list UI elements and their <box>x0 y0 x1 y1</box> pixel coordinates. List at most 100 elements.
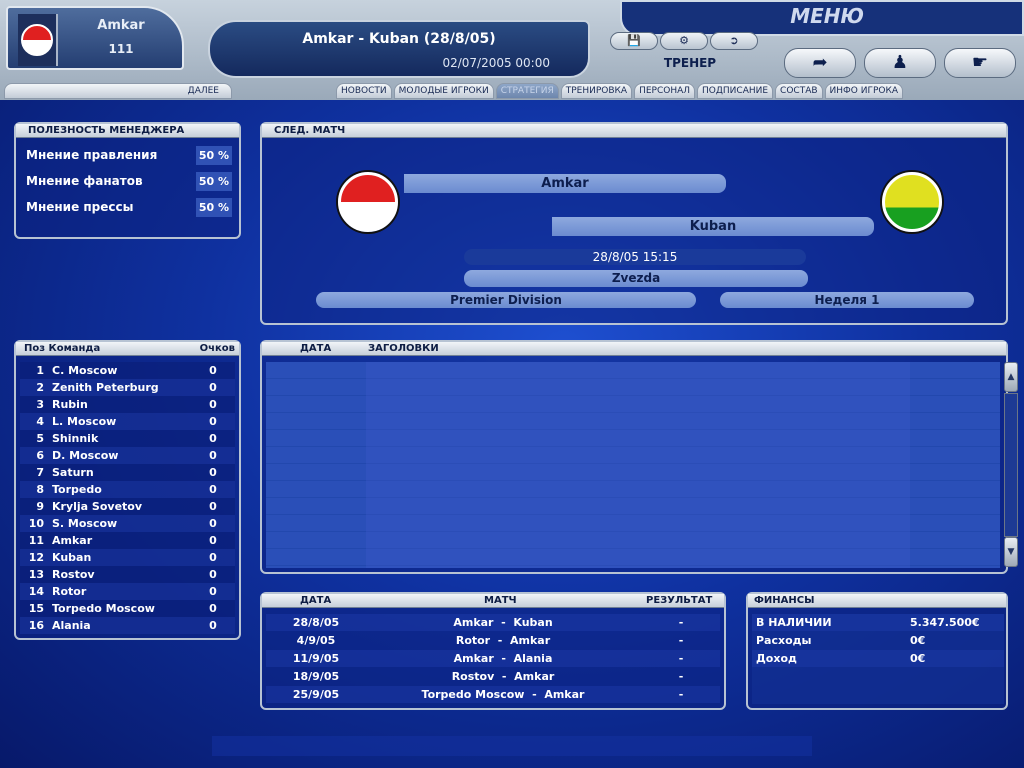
table-row[interactable]: 3 Rubin 0 <box>20 396 235 413</box>
away-team-flag-icon <box>882 172 942 232</box>
match-datetime: 28/8/05 15:15 <box>464 249 806 265</box>
league-table-header: Поз Команда Очков <box>16 342 239 356</box>
tab-7[interactable]: ИНФО ИГРОКА <box>824 83 904 99</box>
table-row[interactable]: 13 Rostov 0 <box>20 566 235 583</box>
fixture-match: Rostov - Amkar <box>451 670 555 683</box>
tab-3[interactable]: ТРЕНИРОВКА <box>560 83 633 99</box>
table-row[interactable]: 5 Shinnik 0 <box>20 430 235 447</box>
scroll-up-button[interactable]: ▲ <box>1004 362 1018 392</box>
tab-5[interactable]: ПОДПИСАНИЕ <box>697 83 774 99</box>
table-row[interactable]: 16 Alania 0 <box>20 617 235 634</box>
table-row[interactable]: 9 Krylja Sovetov 0 <box>20 498 235 515</box>
row-points: 0 <box>209 398 217 411</box>
finance-value: 0€ <box>910 634 926 647</box>
fixture-row[interactable]: 4/9/05 Rotor - Amkar - <box>266 632 720 649</box>
current-match-box: Amkar - Kuban (28/8/05) 02/07/2005 00:00 <box>208 20 590 78</box>
continue-button[interactable]: ☛ <box>944 48 1016 78</box>
status-bar <box>212 736 812 756</box>
next-match-panel: СЛЕД. МАТЧ Amkar Kuban 28/8/05 15:15 Zve… <box>260 122 1008 325</box>
pointing-hand-icon: ☛ <box>971 52 989 73</box>
game-datetime: 02/07/2005 00:00 <box>442 56 550 70</box>
table-row[interactable]: 8 Torpedo 0 <box>20 481 235 498</box>
role-label: ТРЕНЕР <box>663 56 717 70</box>
row-pos: 8 <box>36 483 44 496</box>
tab-2[interactable]: СТРАТЕГИЯ <box>495 83 559 99</box>
next-button[interactable]: ДАЛЕЕ <box>4 83 232 99</box>
row-pos: 3 <box>36 398 44 411</box>
usefulness-label: Мнение правления <box>26 148 158 162</box>
finance-label: Доход <box>756 652 797 665</box>
row-points: 0 <box>209 551 217 564</box>
news-header: ДАТА ЗАГОЛОВКИ <box>262 342 1006 356</box>
save-button[interactable]: 💾 <box>610 32 658 50</box>
tab-1[interactable]: МОЛОДЫЕ ИГРОКИ <box>393 83 494 99</box>
row-team: Rostov <box>52 568 95 581</box>
settings-button[interactable]: ⚙ <box>660 32 708 50</box>
row-pos: 5 <box>36 432 44 445</box>
news-col-date: ДАТА <box>300 343 332 354</box>
fixture-match: Torpedo Moscow - Amkar <box>421 688 585 701</box>
finance-row: Доход 0€ <box>752 650 1004 667</box>
settings-icon: ⚙ <box>679 34 689 47</box>
row-team: Saturn <box>52 466 94 479</box>
walk-button[interactable]: ♟ <box>864 48 936 78</box>
fixture-row[interactable]: 18/9/05 Rostov - Amkar - <box>266 668 720 685</box>
table-row[interactable]: 4 L. Moscow 0 <box>20 413 235 430</box>
table-row[interactable]: 10 S. Moscow 0 <box>20 515 235 532</box>
row-pos: 6 <box>36 449 44 462</box>
fixture-match: Rotor - Amkar <box>455 634 551 647</box>
table-row[interactable]: 11 Amkar 0 <box>20 532 235 549</box>
fixtures-header: ДАТА МАТЧ РЕЗУЛЬТАТ <box>262 594 724 608</box>
table-row[interactable]: 14 Rotor 0 <box>20 583 235 600</box>
table-row[interactable]: 15 Torpedo Moscow 0 <box>20 600 235 617</box>
menu-bar[interactable]: МЕНЮ <box>620 0 1024 36</box>
row-team: S. Moscow <box>52 517 118 530</box>
table-row[interactable]: 6 D. Moscow 0 <box>20 447 235 464</box>
table-row[interactable]: 12 Kuban 0 <box>20 549 235 566</box>
redo-arrow-icon: ➦ <box>812 52 828 73</box>
save-icon: 💾 <box>627 34 641 47</box>
panel-title: ПОЛЕЗНОСТЬ МЕНЕДЖЕРА <box>16 124 239 138</box>
table-row[interactable]: 1 C. Moscow 0 <box>20 362 235 379</box>
fix-col-match: МАТЧ <box>484 595 517 606</box>
usefulness-label: Мнение прессы <box>26 200 134 214</box>
row-points: 0 <box>209 534 217 547</box>
usefulness-value: 50 % <box>196 172 232 191</box>
fix-col-result: РЕЗУЛЬТАТ <box>646 595 713 606</box>
redo-button[interactable]: ➦ <box>784 48 856 78</box>
fix-col-date: ДАТА <box>300 595 332 606</box>
table-row[interactable]: 7 Saturn 0 <box>20 464 235 481</box>
row-pos: 9 <box>36 500 44 513</box>
fixture-match: Amkar - Alania <box>453 652 553 665</box>
exit-button[interactable]: ➲ <box>710 32 758 50</box>
col-pos: Поз <box>24 343 46 354</box>
row-team: Amkar <box>52 534 93 547</box>
competition-label: Premier Division <box>316 292 696 308</box>
fixture-row[interactable]: 25/9/05 Torpedo Moscow - Amkar - <box>266 686 720 703</box>
table-row[interactable]: 2 Zenith Peterburg 0 <box>20 379 235 396</box>
row-pos: 13 <box>28 568 44 581</box>
scroll-down-button[interactable]: ▼ <box>1004 537 1018 567</box>
panel-title: СЛЕД. МАТЧ <box>262 124 1006 138</box>
fixture-row[interactable]: 28/8/05 Amkar - Kuban - <box>266 614 720 631</box>
scrollbar-track[interactable] <box>1004 393 1018 537</box>
stadium-label: Zvezda <box>464 270 808 287</box>
row-team: C. Moscow <box>52 364 118 377</box>
row-points: 0 <box>209 619 217 632</box>
row-team: Zenith Peterburg <box>52 381 159 394</box>
tab-0[interactable]: НОВОСТИ <box>336 83 392 99</box>
tab-4[interactable]: ПЕРСОНАЛ <box>634 83 696 99</box>
finance-row: Расходы 0€ <box>752 632 1004 649</box>
row-team: Kuban <box>52 551 92 564</box>
menu-title: МЕНЮ <box>790 4 864 28</box>
tab-6[interactable]: СОСТАВ <box>775 83 823 99</box>
row-points: 0 <box>209 364 217 377</box>
fixture-result: - <box>678 670 684 683</box>
row-points: 0 <box>209 466 217 479</box>
club-flag-icon <box>18 14 58 66</box>
fixture-result: - <box>678 634 684 647</box>
row-points: 0 <box>209 415 217 428</box>
fixture-row[interactable]: 11/9/05 Amkar - Alania - <box>266 650 720 667</box>
row-pos: 11 <box>28 534 44 547</box>
row-pos: 15 <box>28 602 44 615</box>
